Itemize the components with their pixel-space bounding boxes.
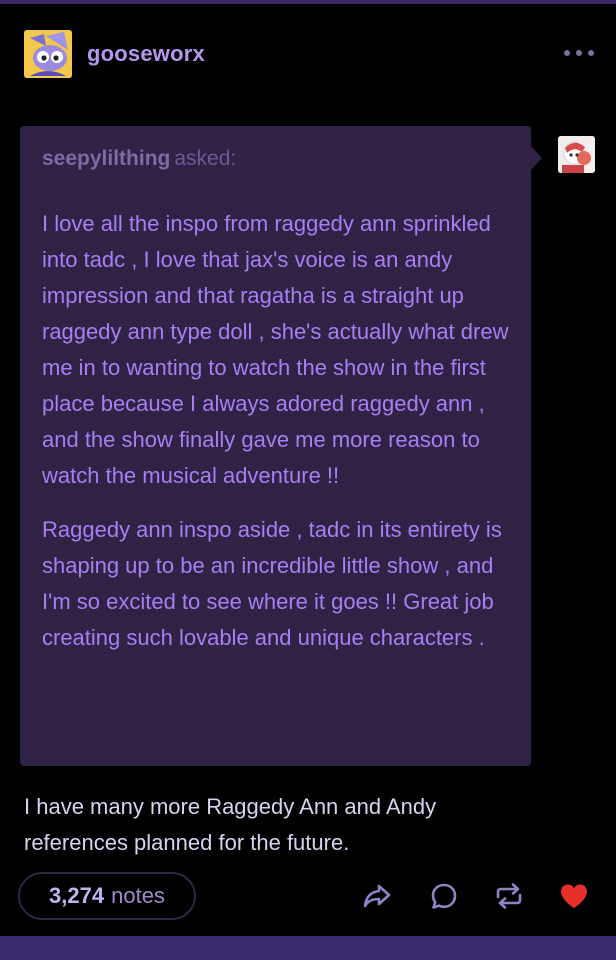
top-bar (0, 0, 616, 4)
ask-paragraph: I love all the inspo from raggedy ann sp… (42, 211, 509, 488)
notes-label: notes (111, 883, 165, 908)
heart-icon[interactable] (558, 880, 590, 912)
ask-header: seepylilthing asked: (42, 144, 509, 174)
asked-label: asked: (174, 147, 237, 170)
blog-name[interactable]: gooseworx (87, 41, 205, 67)
notes-button[interactable]: 3,274 notes (18, 872, 196, 920)
reply-text: I have many more Raggedy Ann and Andy re… (24, 794, 437, 855)
asker-name[interactable]: seepylilthing (42, 147, 170, 170)
ask-body: I love all the inspo from raggedy ann sp… (42, 206, 509, 656)
ask-card: seepylilthing asked: I love all the inspo… (20, 126, 542, 766)
more-horizontal-icon[interactable] (564, 42, 594, 64)
reblog-icon[interactable] (493, 880, 525, 912)
notes-count: 3,274 (49, 883, 105, 908)
blog-avatar[interactable] (24, 30, 72, 78)
asker-avatar[interactable] (558, 136, 595, 173)
reply-bubble-icon[interactable] (428, 880, 460, 912)
share-icon[interactable] (361, 880, 393, 912)
ask-paragraph: Raggedy ann inspo aside , tadc in its en… (42, 517, 502, 650)
bottom-bar (0, 936, 616, 960)
